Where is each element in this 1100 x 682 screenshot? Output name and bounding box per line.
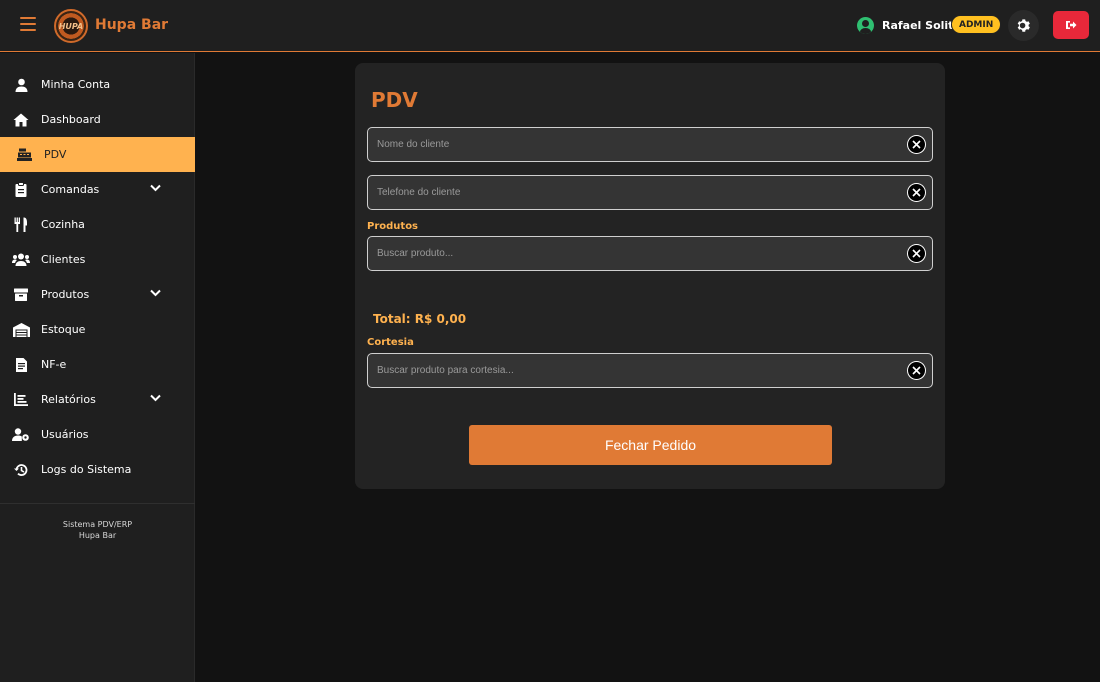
footer-system-name: Sistema PDV/ERP	[62, 520, 133, 529]
footer-app-name: Hupa Bar	[78, 531, 117, 540]
sidebar-nav: Minha Conta Dashboard PDV Comandas Cozin…	[0, 67, 195, 487]
user-cog-icon	[12, 427, 30, 443]
sidebar-footer: Sistema PDV/ERP Hupa Bar	[0, 519, 195, 541]
chevron-down-icon	[150, 394, 161, 402]
invoice-icon	[12, 357, 30, 373]
sign-out-icon	[1066, 21, 1077, 29]
sidebar-item-relatorios[interactable]: Relatórios	[0, 382, 195, 417]
sidebar-item-cozinha[interactable]: Cozinha	[0, 207, 195, 242]
client-name-field	[367, 127, 933, 162]
logout-button[interactable]	[1053, 11, 1089, 39]
sidebar-item-label: PDV	[44, 148, 67, 161]
product-search-input[interactable]	[368, 237, 898, 270]
products-label: Produtos	[367, 221, 419, 232]
sidebar-item-produtos[interactable]: Produtos	[0, 277, 195, 312]
sidebar-item-estoque[interactable]: Estoque	[0, 312, 195, 347]
clear-courtesy-search-button[interactable]	[907, 361, 926, 380]
sidebar-item-label: NF-e	[41, 358, 67, 371]
sidebar-item-label: Relatórios	[41, 393, 96, 406]
sidebar-divider	[0, 503, 195, 504]
sidebar-item-pdv[interactable]: PDV	[0, 137, 195, 172]
page-title: PDV	[371, 88, 418, 112]
sidebar-item-label: Usuários	[41, 428, 89, 441]
sidebar-item-dashboard[interactable]: Dashboard	[0, 102, 195, 137]
gear-icon	[1017, 19, 1030, 32]
sidebar-item-label: Produtos	[41, 288, 90, 301]
warehouse-icon	[12, 322, 30, 338]
app-logo: HUPA	[54, 9, 88, 43]
sidebar-item-usuarios[interactable]: Usuários	[0, 417, 195, 452]
sidebar-item-label: Clientes	[41, 253, 86, 266]
user-icon	[12, 77, 30, 93]
pdv-card: PDV Produtos Total: R$ 0,00 Cortesia Fec…	[355, 63, 945, 489]
courtesy-search-input[interactable]	[368, 354, 898, 387]
app-title: Hupa Bar	[95, 17, 169, 33]
product-search-field	[367, 236, 933, 271]
close-icon	[912, 188, 921, 197]
sidebar-item-minha-conta[interactable]: Minha Conta	[0, 67, 195, 102]
clear-product-search-button[interactable]	[907, 244, 926, 263]
sidebar-item-label: Minha Conta	[41, 78, 111, 91]
sidebar-item-label: Cozinha	[41, 218, 85, 231]
cash-register-icon	[15, 147, 33, 163]
utensils-icon	[12, 217, 30, 233]
sidebar-item-logs[interactable]: Logs do Sistema	[0, 452, 195, 487]
users-icon	[12, 252, 30, 268]
chart-icon	[12, 392, 30, 408]
sidebar-item-label: Estoque	[41, 323, 86, 336]
sidebar-item-nfe[interactable]: NF-e	[0, 347, 195, 382]
role-badge: ADMIN	[951, 15, 1002, 34]
order-total: Total: R$ 0,00	[373, 312, 467, 326]
close-icon	[912, 140, 921, 149]
close-icon	[912, 249, 921, 258]
courtesy-label: Cortesia	[367, 337, 414, 348]
sidebar-item-label: Comandas	[41, 183, 100, 196]
theme-toggle-button[interactable]	[1008, 10, 1039, 41]
home-icon	[12, 112, 30, 128]
user-name: Rafael Solito	[882, 19, 961, 32]
menu-toggle-icon[interactable]	[20, 17, 36, 31]
chevron-down-icon	[150, 184, 161, 192]
top-header: HUPA Hupa Bar Rafael Solito ADMIN	[0, 0, 1100, 52]
sidebar-item-clientes[interactable]: Clientes	[0, 242, 195, 277]
chevron-down-icon	[150, 289, 161, 297]
sidebar-item-label: Logs do Sistema	[41, 463, 132, 476]
sidebar-item-label: Dashboard	[41, 113, 101, 126]
close-order-button[interactable]: Fechar Pedido	[469, 425, 832, 465]
sidebar-item-comandas[interactable]: Comandas	[0, 172, 195, 207]
courtesy-search-field	[367, 353, 933, 388]
client-phone-input[interactable]	[368, 176, 898, 209]
sidebar: Minha Conta Dashboard PDV Comandas Cozin…	[0, 53, 195, 682]
box-icon	[12, 287, 30, 303]
clear-client-name-button[interactable]	[907, 135, 926, 154]
user-avatar-icon	[857, 17, 874, 34]
client-name-input[interactable]	[368, 128, 898, 161]
clipboard-icon	[12, 182, 30, 198]
close-icon	[912, 366, 921, 375]
clear-client-phone-button[interactable]	[907, 183, 926, 202]
client-phone-field	[367, 175, 933, 210]
history-icon	[12, 462, 30, 478]
